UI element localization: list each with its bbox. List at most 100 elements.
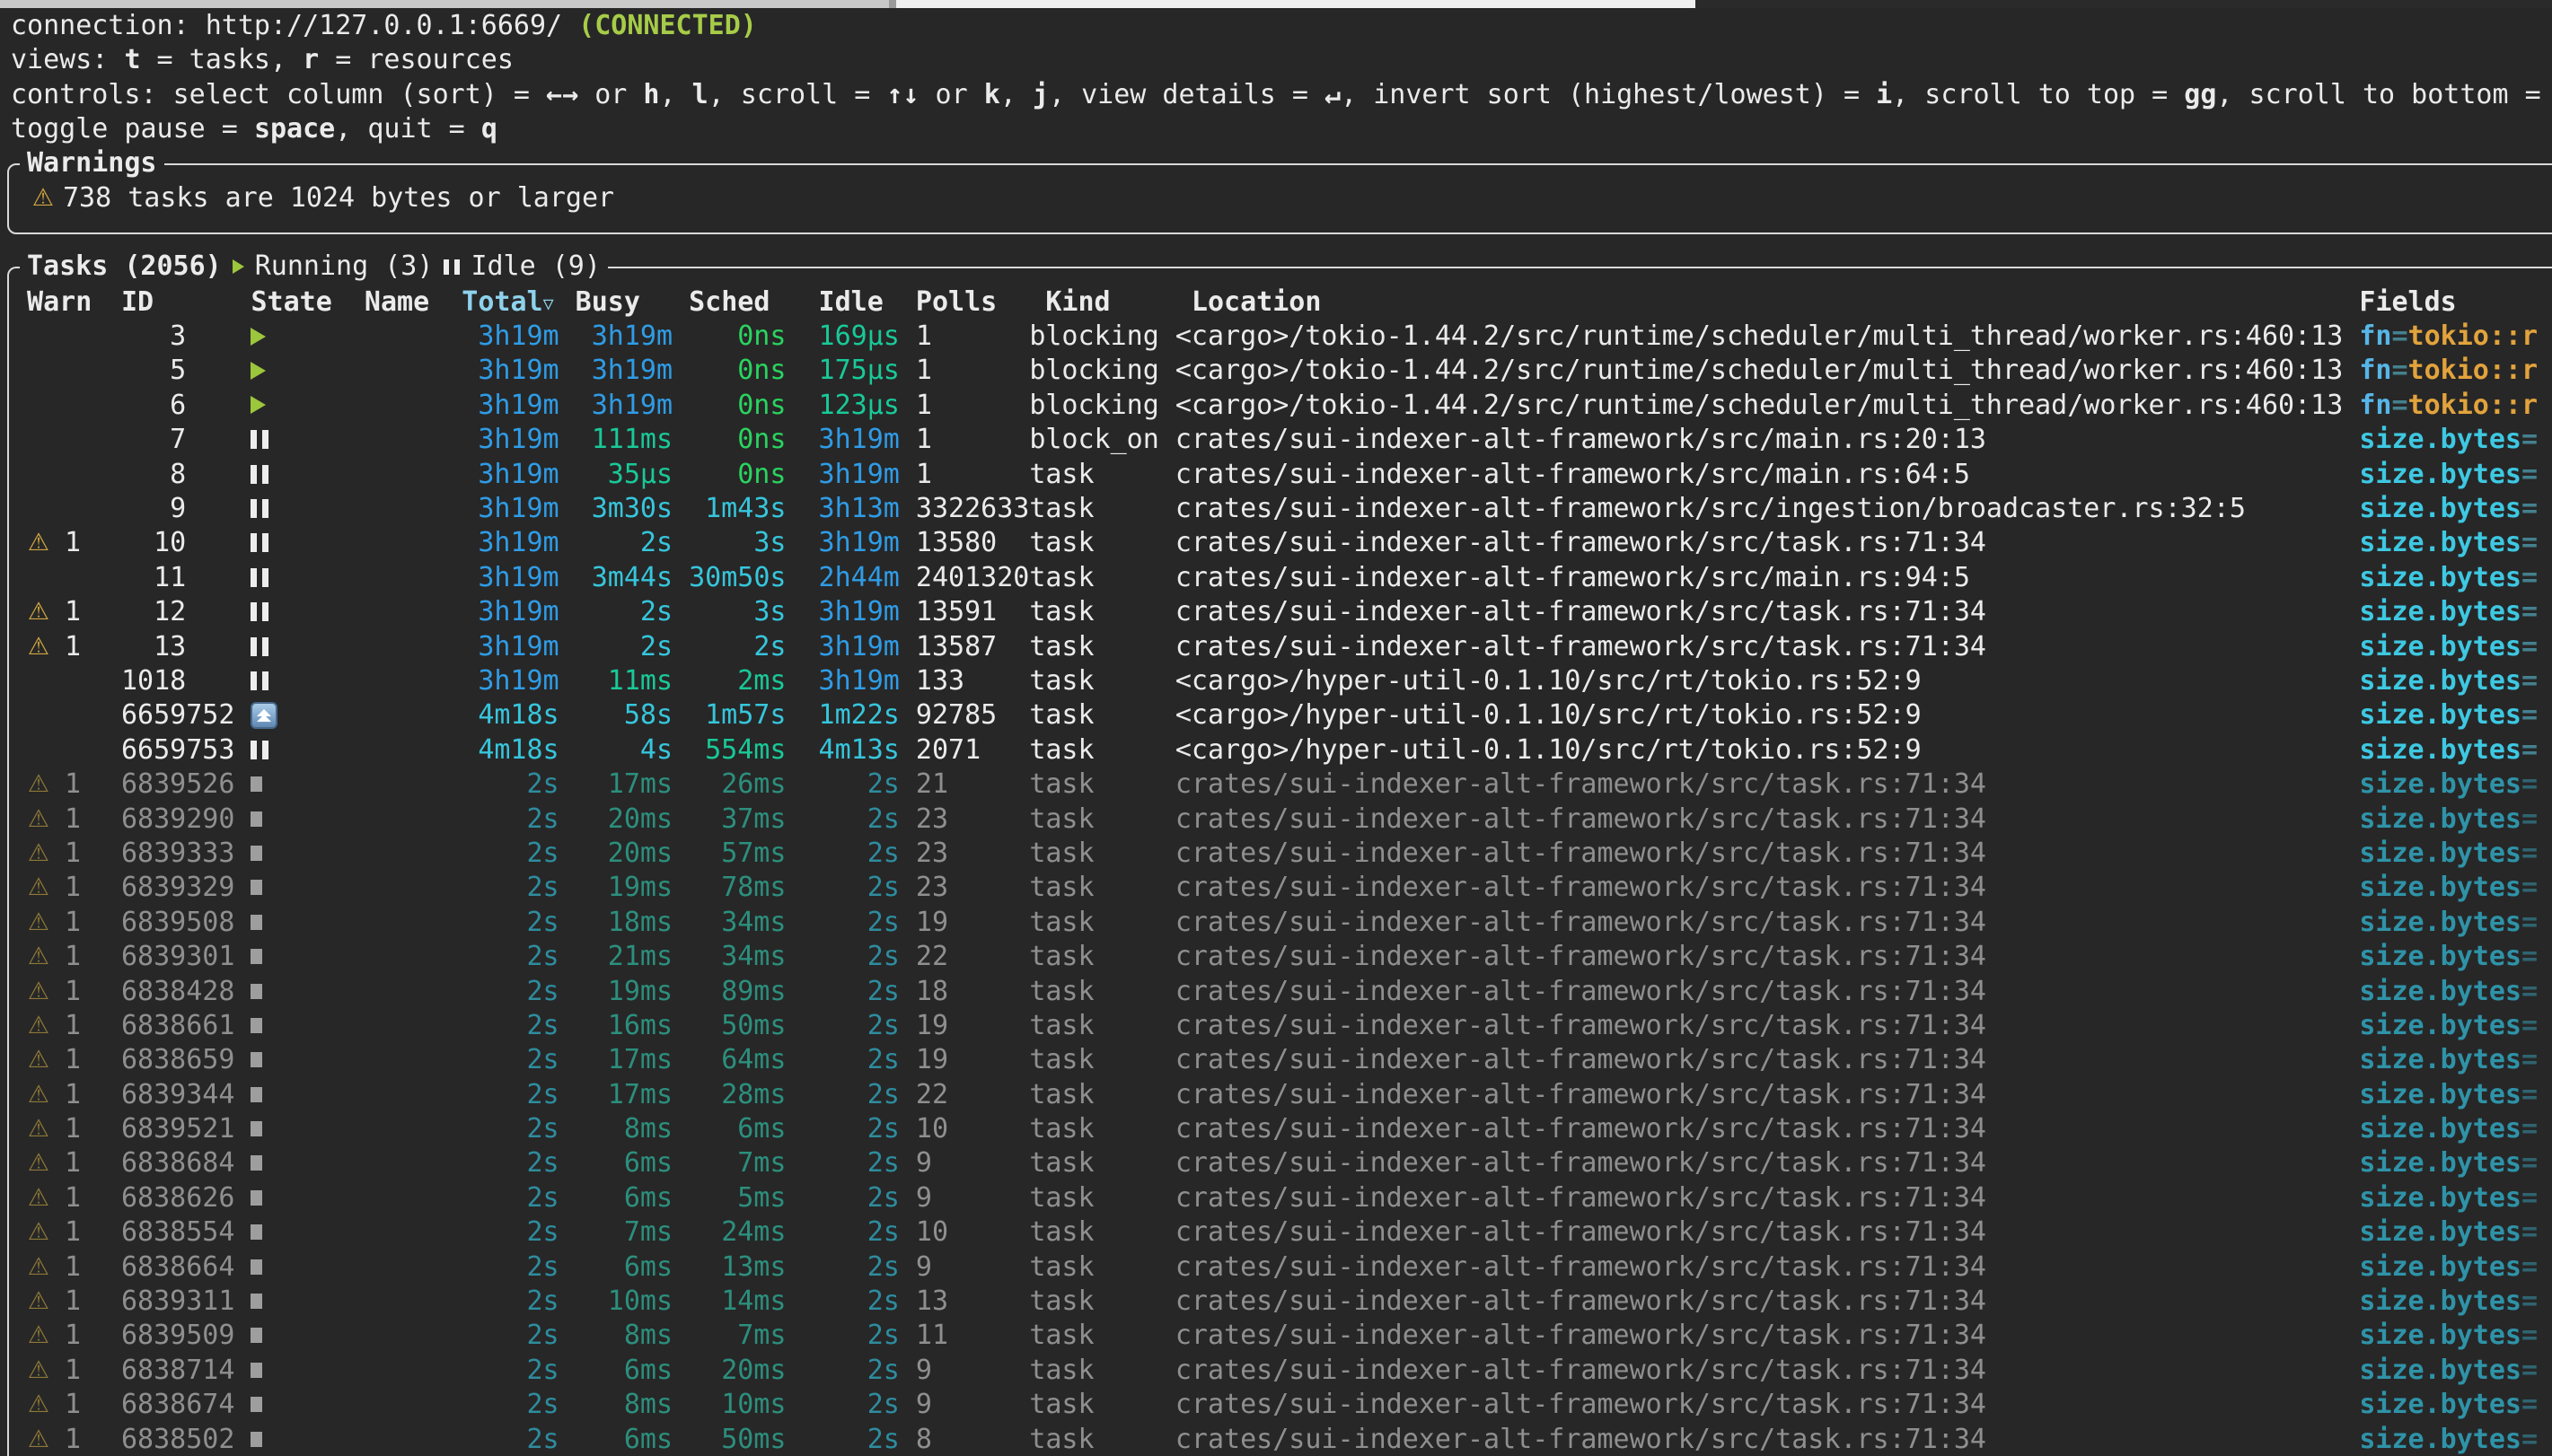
task-row[interactable]: 113h19m3m44s30m50s2h44m2401320taskcrates… — [11, 560, 2552, 594]
cell-task-id: 6 — [121, 390, 251, 421]
status-text-segment: , — [1000, 79, 1033, 110]
column-header-id[interactable]: ID — [121, 286, 251, 318]
cell-kind: task — [1029, 1216, 1175, 1248]
state-completed-stop-icon — [251, 1087, 262, 1102]
cell-state — [251, 1397, 364, 1412]
cell-task-id: 13 — [121, 631, 251, 662]
cell-sched-duration: 3s — [689, 527, 786, 558]
task-row[interactable]: ⚠168386642s6ms13ms2s9taskcrates/sui-inde… — [11, 1250, 2552, 1284]
state-scheduled-up-icon — [251, 702, 277, 729]
column-header-name[interactable]: Name — [365, 286, 462, 318]
task-row[interactable]: ⚠168386742s8ms10ms2s9taskcrates/sui-inde… — [11, 1388, 2552, 1422]
task-row[interactable]: ⚠168387142s6ms20ms2s9taskcrates/sui-inde… — [11, 1353, 2552, 1387]
cell-sched-duration: 78ms — [689, 872, 786, 903]
status-text-segment: ↑↓ — [886, 79, 919, 110]
status-text-segment: t — [124, 44, 140, 75]
field-equals: = — [2521, 1355, 2538, 1386]
task-row[interactable]: ⚠168386612s16ms50ms2s19taskcrates/sui-in… — [11, 1008, 2552, 1042]
cell-sched-duration: 0ns — [689, 424, 786, 455]
task-row[interactable]: 66597524m18s58s1m57s1m22s92785task<cargo… — [11, 698, 2552, 732]
task-row[interactable]: ⚠168393012s21ms34ms2s22taskcrates/sui-in… — [11, 939, 2552, 973]
column-header-location[interactable]: Location — [1175, 286, 2343, 318]
status-text-segment: , — [659, 79, 691, 110]
status-text-segment: , view details = — [1049, 79, 1324, 110]
task-row[interactable]: ⚠168393442s17ms28ms2s22taskcrates/sui-in… — [11, 1077, 2552, 1111]
cell-busy-duration: 17ms — [576, 1079, 673, 1110]
column-header-fields[interactable]: Fields — [2359, 286, 2552, 318]
task-row[interactable]: ⚠168386262s6ms5ms2s9taskcrates/sui-index… — [11, 1180, 2552, 1215]
task-row[interactable]: 63h19m3h19m0ns123µs1blocking<cargo>/toki… — [11, 388, 2552, 422]
cell-kind: task — [1029, 1147, 1175, 1179]
task-row[interactable]: ⚠168385542s7ms24ms2s10taskcrates/sui-ind… — [11, 1215, 2552, 1250]
cell-idle-duration: 123µs — [802, 390, 899, 421]
task-row[interactable]: ⚠168395092s8ms7ms2s11taskcrates/sui-inde… — [11, 1319, 2552, 1353]
state-completed-stop-icon — [251, 811, 262, 827]
cell-polls: 1 — [916, 320, 1029, 352]
status-text-segment: , invert sort (highest/lowest) = — [1341, 79, 1876, 110]
cell-kind: task — [1029, 1182, 1175, 1214]
status-text-segment: , scroll = — [708, 79, 887, 110]
column-header-polls[interactable]: Polls — [916, 286, 1029, 318]
column-header-kind[interactable]: Kind — [1029, 286, 1175, 318]
cell-task-id: 12 — [121, 596, 251, 627]
state-idle-pause-icon — [251, 533, 268, 552]
warning-triangle-icon: ⚠ — [20, 1046, 57, 1074]
task-row[interactable]: ⚠168393292s19ms78ms2s23taskcrates/sui-in… — [11, 871, 2552, 905]
column-header-idle[interactable]: Idle — [802, 286, 899, 318]
cell-polls: 22 — [916, 941, 1029, 972]
warnings-panel-title: Warnings — [20, 146, 164, 180]
task-row[interactable]: ⚠168393332s20ms57ms2s23taskcrates/sui-in… — [11, 836, 2552, 870]
task-row[interactable]: 66597534m18s4s554ms4m13s2071task<cargo>/… — [11, 732, 2552, 767]
cell-total-duration: 2s — [462, 1147, 559, 1179]
cell-location: crates/sui-indexer-alt-framework/src/tas… — [1175, 1251, 2343, 1283]
column-header-total-sorted[interactable]: Total▿ — [462, 286, 559, 318]
warning-triangle-icon: ⚠ — [20, 1287, 57, 1315]
task-row[interactable]: ⚠168384282s19ms89ms2s18taskcrates/sui-in… — [11, 974, 2552, 1008]
task-row[interactable]: ⚠1 123h19m2s3s3h19m13591taskcrates/sui-i… — [11, 595, 2552, 629]
task-row[interactable]: 73h19m111ms0ns3h19m1block_oncrates/sui-i… — [11, 423, 2552, 457]
field-equals: = — [2521, 1113, 2538, 1145]
task-row[interactable]: ⚠168386842s6ms7ms2s9taskcrates/sui-index… — [11, 1146, 2552, 1180]
field-key: size.bytes — [2359, 976, 2521, 1007]
state-running-icon — [251, 396, 266, 414]
task-row[interactable]: ⚠1 133h19m2s2s3h19m13587taskcrates/sui-i… — [11, 629, 2552, 663]
task-row[interactable]: ⚠168385022s6ms50ms2s8taskcrates/sui-inde… — [11, 1422, 2552, 1456]
task-row[interactable]: 93h19m3m30s1m43s3h13m3322633taskcrates/s… — [11, 491, 2552, 525]
cell-fields: size.bytes= — [2359, 1079, 2552, 1110]
cell-warn: ⚠1 — [11, 803, 121, 835]
cell-state — [251, 671, 364, 690]
warning-triangle-icon: ⚠ — [20, 1115, 57, 1143]
task-row[interactable]: ⚠168393112s10ms14ms2s13taskcrates/sui-in… — [11, 1284, 2552, 1318]
cell-location: <cargo>/hyper-util-0.1.10/src/rt/tokio.r… — [1175, 734, 2343, 766]
cell-task-id: 6839290 — [121, 803, 251, 835]
task-row[interactable]: 33h19m3h19m0ns169µs1blocking<cargo>/toki… — [11, 319, 2552, 353]
column-header-sched[interactable]: Sched — [689, 286, 786, 318]
task-row[interactable]: 10183h19m11ms2ms3h19m133task<cargo>/hype… — [11, 663, 2552, 697]
cell-state — [251, 1294, 364, 1309]
task-row[interactable]: ⚠1 103h19m2s3s3h19m13580taskcrates/sui-i… — [11, 526, 2552, 560]
cell-state — [251, 533, 364, 552]
task-row[interactable]: ⚠168392902s20ms37ms2s23taskcrates/sui-in… — [11, 802, 2552, 836]
field-equals: = — [2521, 734, 2538, 766]
cell-sched-duration: 7ms — [689, 1147, 786, 1179]
cell-polls: 1 — [916, 390, 1029, 421]
cell-sched-duration: 0ns — [689, 390, 786, 421]
task-row[interactable]: ⚠168395082s18ms34ms2s19taskcrates/sui-in… — [11, 905, 2552, 939]
task-row[interactable]: ⚠168395212s8ms6ms2s10taskcrates/sui-inde… — [11, 1111, 2552, 1145]
task-row[interactable]: 83h19m35µs0ns3h19m1taskcrates/sui-indexe… — [11, 457, 2552, 491]
column-header-busy[interactable]: Busy — [576, 286, 673, 318]
field-key: size.bytes — [2359, 803, 2521, 835]
cell-idle-duration: 2s — [802, 1424, 899, 1455]
cell-total-duration: 3h19m — [462, 527, 559, 558]
cell-task-id: 9 — [121, 493, 251, 524]
task-row[interactable]: 53h19m3h19m0ns175µs1blocking<cargo>/toki… — [11, 354, 2552, 388]
cell-fields: size.bytes= — [2359, 1285, 2552, 1317]
task-row[interactable]: ⚠168395262s17ms26ms2s21taskcrates/sui-in… — [11, 767, 2552, 801]
column-header-warn[interactable]: Warn — [11, 286, 121, 318]
state-idle-pause-icon — [251, 465, 268, 484]
column-header-state[interactable]: State — [251, 286, 364, 318]
status-text-segment: i — [1876, 79, 1892, 110]
field-equals: = — [2391, 355, 2407, 386]
cell-kind: task — [1029, 838, 1175, 869]
task-row[interactable]: ⚠168386592s17ms64ms2s19taskcrates/sui-in… — [11, 1043, 2552, 1077]
